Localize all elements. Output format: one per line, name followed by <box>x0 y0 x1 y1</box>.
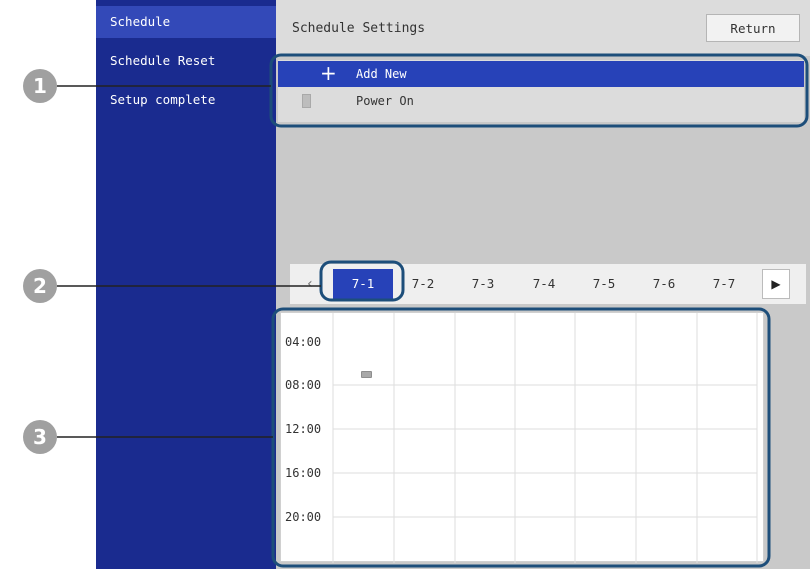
callout-frame-tab <box>319 260 405 302</box>
callout-frame-list <box>269 53 809 128</box>
callout-overlay <box>57 53 809 568</box>
callout-badge-2: 2 <box>23 269 57 303</box>
callout-badge-1: 1 <box>23 69 57 103</box>
callout-frame-grid <box>271 307 771 568</box>
callout-badge-3: 3 <box>23 420 57 454</box>
